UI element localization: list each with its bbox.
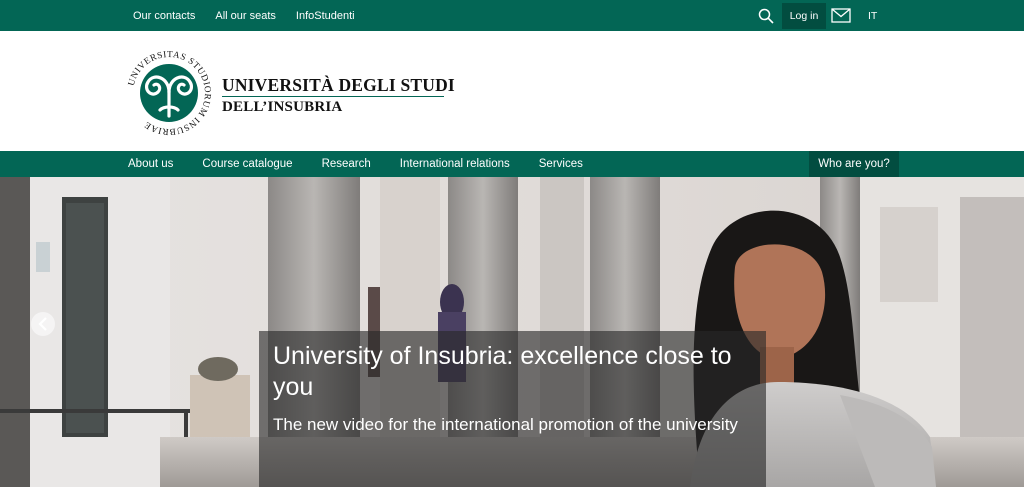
utility-actions: Log in IT [756, 0, 877, 31]
main-nav-items: About us Course catalogue Research Inter… [128, 151, 583, 177]
university-name-line2: DELL’INSUBRIA [222, 99, 343, 115]
top-utility-bar: Our contacts All our seats InfoStudenti … [0, 0, 1024, 31]
search-icon[interactable] [756, 6, 776, 26]
infostudenti-link[interactable]: InfoStudenti [296, 10, 355, 22]
hero-slider[interactable]: University of Insubria: excellence close… [0, 177, 1024, 487]
nav-research[interactable]: Research [322, 158, 371, 170]
nav-services[interactable]: Services [539, 158, 583, 170]
hero-title[interactable]: University of Insubria: excellence close… [273, 341, 752, 403]
chevron-left-icon[interactable] [31, 312, 55, 336]
login-button[interactable]: Log in [782, 2, 826, 29]
nav-course-catalogue[interactable]: Course catalogue [202, 158, 292, 170]
our-contacts-link[interactable]: Our contacts [133, 10, 195, 22]
hero-subtitle: The new video for the international prom… [273, 415, 738, 434]
university-logo[interactable]: UNIVERSITAS STUDIORUM INSUBRIAE [124, 48, 214, 138]
mail-icon[interactable] [830, 6, 852, 26]
main-navigation: About us Course catalogue Research Inter… [0, 151, 1024, 177]
all-our-seats-link[interactable]: All our seats [215, 10, 276, 22]
who-are-you-button[interactable]: Who are you? [809, 151, 899, 177]
university-wordmark[interactable]: UNIVERSITÀ DEGLI STUDI DELL’INSUBRIA [222, 75, 455, 116]
university-name-line1: UNIVERSITÀ DEGLI STUDI [222, 75, 455, 95]
utility-links: Our contacts All our seats InfoStudenti [133, 0, 355, 31]
wordmark-divider [222, 96, 444, 97]
hero-caption[interactable]: University of Insubria: excellence close… [259, 331, 766, 487]
nav-international-relations[interactable]: International relations [400, 158, 510, 170]
site-header: UNIVERSITAS STUDIORUM INSUBRIAE UNIVERSI… [0, 31, 1024, 151]
nav-about-us[interactable]: About us [128, 158, 173, 170]
language-switch[interactable]: IT [868, 10, 877, 22]
